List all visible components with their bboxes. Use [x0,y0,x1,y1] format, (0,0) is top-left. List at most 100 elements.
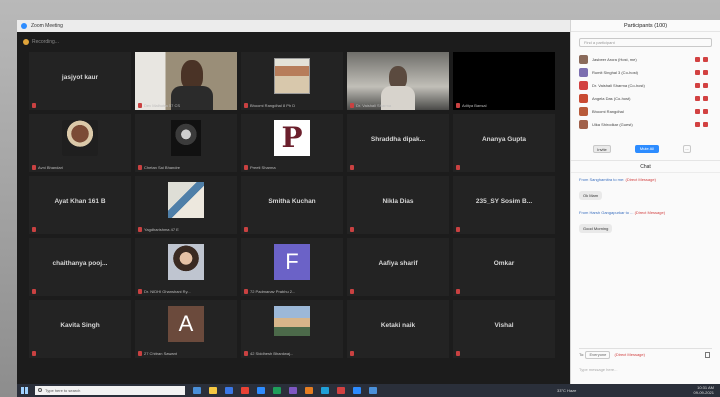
participant-name: Smitha Kuchan [268,198,316,205]
mic-muted-icon[interactable] [695,122,700,127]
participant-tile[interactable]: Ayat Khan 161 B [29,176,131,234]
participant-tile[interactable]: Avni Bhandari [29,114,131,172]
participant-tile[interactable]: 235_SY Sosim B... [453,176,555,234]
mic-muted-icon [32,103,36,108]
profile-picture [274,306,310,336]
chat-recipient-bar: To: Everyone (Direct Message) [579,348,712,360]
avatar [579,68,588,77]
participants-panel: Participants (100) Find a participant Ja… [570,20,720,384]
mic-muted-icon[interactable] [695,57,700,62]
mic-muted-icon[interactable] [695,70,700,75]
file-attach-icon[interactable] [705,352,710,358]
taskbar-app-icon[interactable] [369,387,377,394]
more-button[interactable]: ... [683,145,691,153]
profile-picture [168,244,204,280]
mic-muted-icon [138,165,142,170]
taskbar-app-icon[interactable] [305,387,313,394]
video-off-icon[interactable] [703,70,708,75]
recording-dot-icon [23,39,29,45]
participant-tile[interactable]: Aditya Bansal [453,52,555,110]
participant-tile[interactable]: F 72 Padmanav Prabhu 2... [241,238,343,296]
participant-list-item[interactable]: Angela Das (Co-host) [579,92,712,105]
weather-widget[interactable]: 33°C Haze [557,388,576,393]
participant-tile[interactable]: Bhoomi Rangdhal 8 Ph D [241,52,343,110]
participant-tile[interactable]: jasjyot kaur [29,52,131,110]
participant-tile[interactable]: 42 Siddhesh Bhardwaj... [241,300,343,358]
mic-muted-icon [244,351,248,356]
participant-tile[interactable]: Smitha Kuchan [241,176,343,234]
mic-muted-icon [138,289,142,294]
taskbar-app-icon[interactable] [321,387,329,394]
participant-list: Jasbeer Arora (Host, me) Rumit Singhal 3 … [579,53,712,131]
participant-tile[interactable]: Ananya Gupta [453,114,555,172]
mic-muted-icon[interactable] [695,83,700,88]
taskbar-app-icon[interactable] [225,387,233,394]
chat-message-input[interactable]: Type message here... [579,367,617,372]
participant-tile[interactable]: Shraddha dipak... [347,114,449,172]
participant-list-item[interactable]: Bhoomi Rangdhal [579,105,712,118]
avatar [579,94,588,103]
mute-all-button[interactable]: Mute All [635,145,659,153]
participant-name: Ayat Khan 161 B [54,198,106,205]
chat-direct-tag: (Direct Message) [625,177,656,182]
participant-tile[interactable]: A 27 Chitran Sawant [135,300,237,358]
windows-taskbar: Type here to search 33°C Haze 10:31 AM 0… [17,384,720,397]
participant-caption: Dr. NIDHI Ghanshani Ry... [144,289,191,294]
participant-search-input[interactable]: Find a participant [579,38,712,47]
taskbar-app-icon[interactable] [209,387,217,394]
taskbar-app-icon[interactable] [257,387,265,394]
taskbar-app-icon[interactable] [337,387,345,394]
chat-sender: From Sanghamitra to me: [579,177,625,182]
participant-video [347,52,449,110]
participant-name: Ananya Gupta [481,136,527,143]
mic-muted-icon [244,103,248,108]
invite-button[interactable]: Invite [593,145,611,153]
participant-caption: Chetan Sai Bhandre [144,165,181,170]
windows-start-icon[interactable] [21,387,28,394]
participant-list-name: Rumit Singhal 3 (Co-host) [592,70,639,75]
mic-muted-icon [244,165,248,170]
taskbar-search-input[interactable]: Type here to search [35,386,185,395]
participant-list-item[interactable]: Rumit Singhal 3 (Co-host) [579,66,712,79]
participant-tile[interactable]: Dr. Vaishali Sharma [347,52,449,110]
clock-date: 09-09-2021 [693,389,714,395]
video-off-icon[interactable] [703,122,708,127]
profile-initial-avatar: F [274,244,310,280]
participant-tile[interactable]: Nikla Dias [347,176,449,234]
taskbar-app-icon[interactable] [273,387,281,394]
mic-muted-icon [138,351,142,356]
participant-tile[interactable]: Chetan Sai Bhandre [135,114,237,172]
participant-tile[interactable]: P Preeti Sharma [241,114,343,172]
participant-tile[interactable]: Vishal [453,300,555,358]
profile-picture [171,120,201,156]
participant-tile[interactable]: Ketaki naik [347,300,449,358]
taskbar-app-icon[interactable] [289,387,297,394]
participant-tile[interactable]: Dev Malhotra 57 CS [135,52,237,110]
video-off-icon[interactable] [703,109,708,114]
chat-recipient-select[interactable]: Everyone [585,351,611,359]
video-off-icon[interactable] [703,96,708,101]
mic-muted-icon[interactable] [695,96,700,101]
participant-list-name: Ulka Shirodkar (Guest) [592,122,633,127]
participant-list-item[interactable]: Ulka Shirodkar (Guest) [579,118,712,131]
participant-list-item[interactable]: Jasbeer Arora (Host, me) [579,53,712,66]
participant-tile[interactable]: Yagdharishma 47 E [135,176,237,234]
profile-picture [62,120,98,156]
participant-caption: Preeti Sharma [250,165,276,170]
system-clock[interactable]: 10:31 AM 09-09-2021 [693,385,714,395]
mic-muted-icon[interactable] [695,109,700,114]
participant-tile[interactable]: Dr. NIDHI Ghanshani Ry... [135,238,237,296]
taskbar-app-icon[interactable] [241,387,249,394]
participant-name: Nikla Dias [382,198,414,205]
taskbar-app-icon[interactable] [353,387,361,394]
participant-tile[interactable]: Omkar [453,238,555,296]
participant-caption: 42 Siddhesh Bhardwaj... [250,351,294,356]
video-off-icon[interactable] [703,83,708,88]
video-off-icon[interactable] [703,57,708,62]
taskbar-app-icon[interactable] [193,387,201,394]
participant-tile[interactable]: chaithanya pooj... [29,238,131,296]
participant-caption: 27 Chitran Sawant [144,351,177,356]
participant-tile[interactable]: Aafiya sharif [347,238,449,296]
participant-list-item[interactable]: Dr. Vaishali Sharma (Co-host) [579,79,712,92]
participant-tile[interactable]: Kavita Singh [29,300,131,358]
